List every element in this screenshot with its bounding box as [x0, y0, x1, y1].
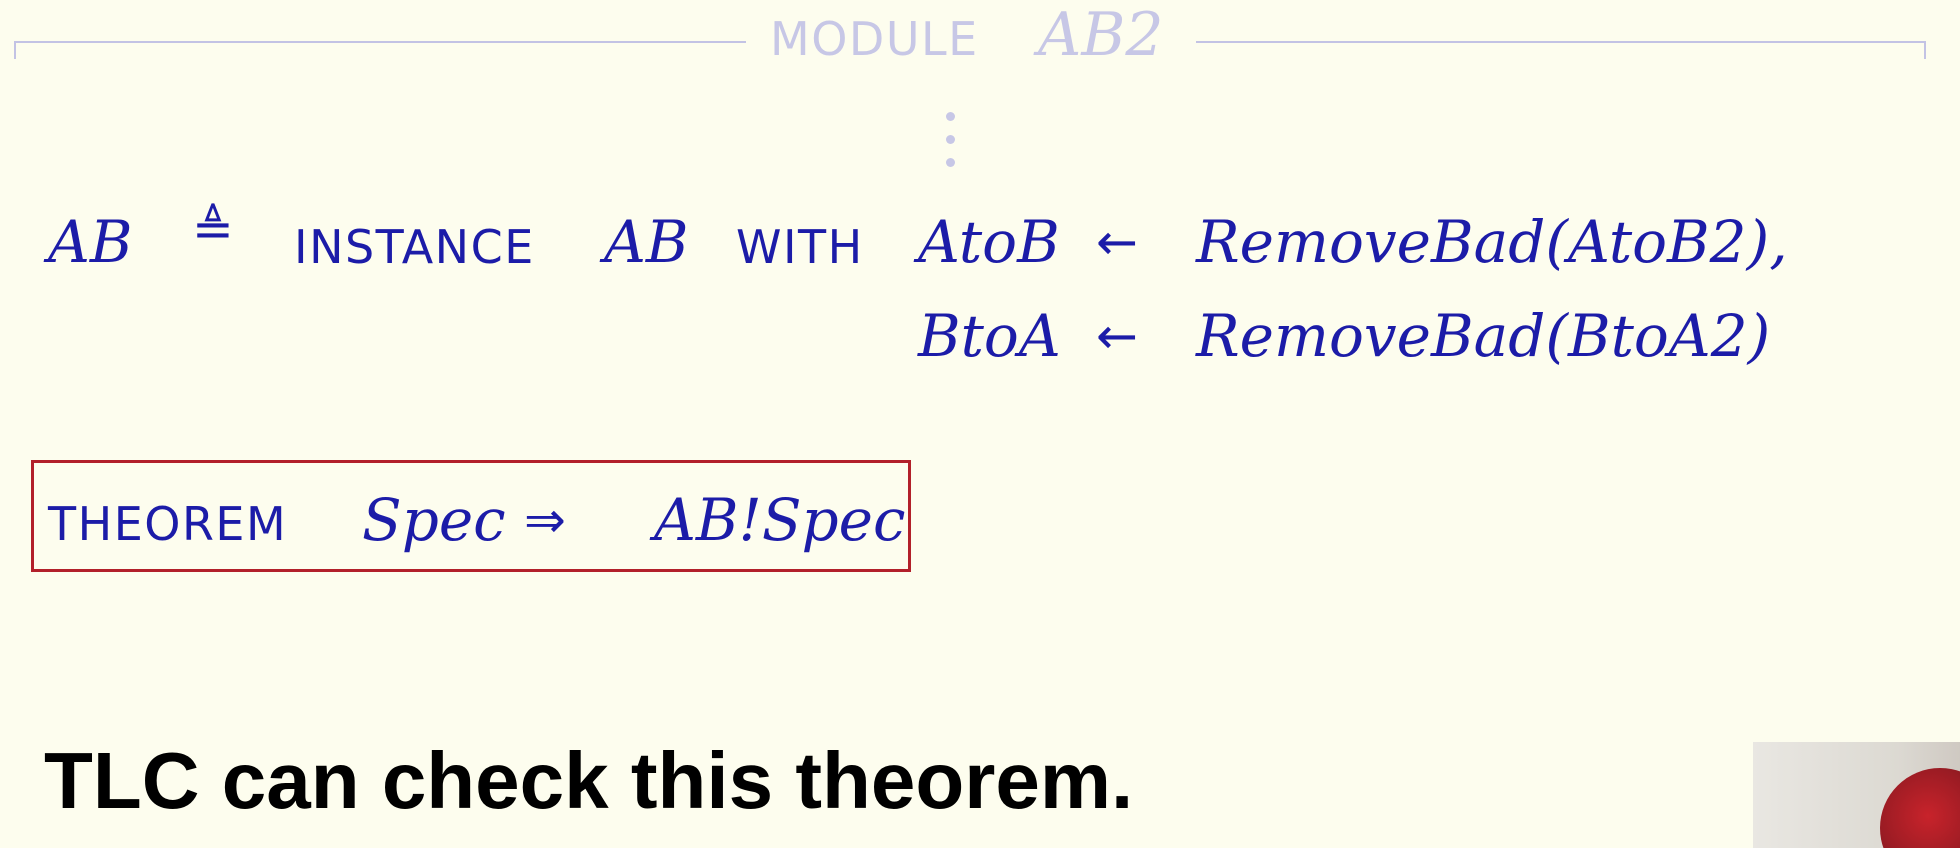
theorem-lhs: Spec: [362, 486, 506, 554]
substitution-expression: RemoveBad(BtoA2): [1196, 302, 1771, 370]
instance-module-name: AB: [604, 208, 689, 276]
module-keyword: MODULE: [770, 12, 979, 66]
instance-keyword: INSTANCE: [294, 220, 535, 274]
theorem-keyword: THEOREM: [48, 497, 288, 551]
substitution-arrow: ←: [1096, 213, 1138, 271]
header-rule-right: [1196, 41, 1926, 43]
module-name: AB2: [1038, 0, 1164, 70]
header-tick-left: [14, 41, 16, 59]
header-rule-left: [14, 41, 746, 43]
substitution-param: AtoB: [918, 208, 1060, 276]
substitution-param: BtoA: [918, 302, 1061, 370]
slide-caption: TLC can check this theorem.: [44, 736, 1134, 825]
definition-lhs: AB: [48, 208, 133, 276]
substitution-arrow: ←: [1096, 307, 1138, 365]
substitution-expression: RemoveBad(AtoB2),: [1196, 208, 1788, 276]
vertical-ellipsis-icon: [944, 112, 958, 181]
theorem-rhs: AB!Spec: [654, 486, 906, 554]
def-equal-symbol: ≜: [192, 200, 234, 258]
with-keyword: WITH: [736, 220, 864, 274]
speaker-image: [1880, 768, 1960, 848]
speaker-video-thumbnail: [1753, 742, 1960, 848]
header-tick-right: [1924, 41, 1926, 59]
implies-symbol: ⇒: [524, 491, 566, 549]
